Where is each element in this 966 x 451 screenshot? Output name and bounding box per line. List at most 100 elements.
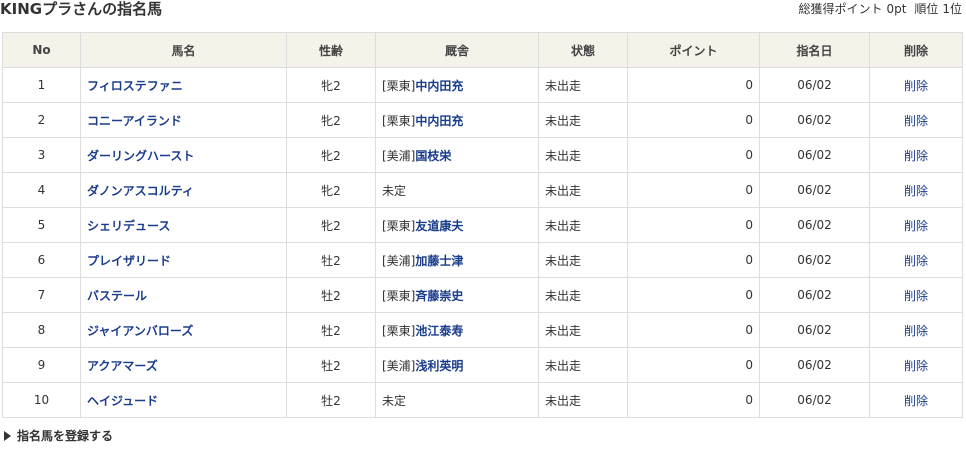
stable-cell: [美浦]加藤士津 bbox=[375, 242, 539, 278]
status-cell: 未出走 bbox=[538, 67, 628, 103]
points-cell: 0 bbox=[627, 382, 760, 418]
stable-region: [栗東] bbox=[382, 78, 416, 93]
sex-age: 牝2 bbox=[286, 207, 376, 243]
status-cell: 未出走 bbox=[538, 172, 628, 208]
nomination-date: 06/02 bbox=[759, 207, 870, 243]
row-number: 9 bbox=[2, 347, 81, 383]
trainer-link[interactable]: 友道康夫 bbox=[415, 219, 463, 233]
sex-age: 牡2 bbox=[286, 277, 376, 313]
delete-link[interactable]: 削除 bbox=[904, 324, 928, 338]
points-cell: 0 bbox=[627, 137, 760, 173]
stable-cell: 未定 bbox=[375, 172, 539, 208]
status-cell: 未出走 bbox=[538, 312, 628, 348]
column-header: 性齢 bbox=[286, 32, 376, 68]
stable-region: [栗東] bbox=[382, 323, 416, 338]
nomination-date: 06/02 bbox=[759, 277, 870, 313]
horse-name-link[interactable]: ダノンアスコルティ bbox=[87, 184, 194, 198]
total-points-label: 総獲得ポイント bbox=[798, 2, 883, 16]
row-number: 2 bbox=[2, 102, 81, 138]
nomination-date: 06/02 bbox=[759, 382, 870, 418]
sex-age: 牝2 bbox=[286, 172, 376, 208]
points-cell: 0 bbox=[627, 347, 760, 383]
rank-value: 1位 bbox=[942, 2, 962, 16]
nomination-date: 06/02 bbox=[759, 242, 870, 278]
table-row: 8 ジャイアンバローズ 牡2 [栗東]池江泰寿 未出走 0 06/02 削除 bbox=[2, 312, 963, 348]
trainer-link[interactable]: 加藤士津 bbox=[415, 254, 463, 268]
stable-cell: [栗東]中内田充 bbox=[375, 67, 539, 103]
horse-name-link[interactable]: フィロステファニ bbox=[87, 79, 183, 93]
trainer-link[interactable]: 国枝栄 bbox=[415, 149, 451, 163]
horse-name-link[interactable]: ジャイアンバローズ bbox=[87, 324, 193, 338]
row-number: 7 bbox=[2, 277, 81, 313]
row-number: 10 bbox=[2, 382, 81, 418]
delete-link[interactable]: 削除 bbox=[904, 79, 928, 93]
table-row: 1 フィロステファニ 牝2 [栗東]中内田充 未出走 0 06/02 削除 bbox=[2, 67, 963, 103]
points-cell: 0 bbox=[627, 172, 760, 208]
row-number: 1 bbox=[2, 67, 81, 103]
trainer-link[interactable]: 中内田充 bbox=[415, 79, 463, 93]
nominated-horses-table: No 馬名 性齢 厩舎 状態 ポイント 指名日 削除 1 フィロステファニ 牝2 [栗東]中内田充未… bbox=[2, 32, 963, 418]
points-cell: 0 bbox=[627, 102, 760, 138]
page-title: KINGプラさんの指名馬 bbox=[0, 0, 163, 18]
column-header: 削除 bbox=[869, 32, 963, 68]
status-cell: 未出走 bbox=[538, 382, 628, 418]
sex-age: 牝2 bbox=[286, 67, 376, 103]
delete-link[interactable]: 削除 bbox=[904, 149, 928, 163]
nomination-date: 06/02 bbox=[759, 312, 870, 348]
status-cell: 未出走 bbox=[538, 242, 628, 278]
table-row: 6 プレイザリード 牡2 [美浦]加藤士津 未出走 0 06/02 削除 bbox=[2, 242, 963, 278]
delete-link[interactable]: 削除 bbox=[904, 114, 928, 128]
delete-link[interactable]: 削除 bbox=[904, 184, 928, 198]
register-horse-link[interactable]: 指名馬を登録する bbox=[4, 427, 113, 444]
horse-name-link[interactable]: バステール bbox=[87, 289, 147, 303]
row-number: 8 bbox=[2, 312, 81, 348]
delete-link[interactable]: 削除 bbox=[904, 219, 928, 233]
column-header: 馬名 bbox=[80, 32, 287, 68]
trainer-link[interactable]: 斉藤崇史 bbox=[415, 289, 463, 303]
stable-region: 未定 bbox=[382, 393, 407, 408]
triangle-right-icon bbox=[4, 431, 11, 441]
trainer-link[interactable]: 浅利英明 bbox=[415, 359, 463, 373]
delete-link[interactable]: 削除 bbox=[904, 254, 928, 268]
horse-name-link[interactable]: ヘイジュード bbox=[87, 394, 158, 408]
total-points-value: 0pt bbox=[886, 2, 907, 16]
register-horse-label: 指名馬を登録する bbox=[17, 429, 114, 443]
nomination-date: 06/02 bbox=[759, 137, 870, 173]
stable-region: [栗東] bbox=[382, 113, 416, 128]
status-cell: 未出走 bbox=[538, 137, 628, 173]
trainer-link[interactable]: 中内田充 bbox=[415, 114, 463, 128]
points-cell: 0 bbox=[627, 277, 760, 313]
horse-name-link[interactable]: ダーリングハースト bbox=[87, 149, 194, 163]
sex-age: 牡2 bbox=[286, 347, 376, 383]
horse-name-link[interactable]: シェリデュース bbox=[87, 219, 170, 233]
sex-age: 牡2 bbox=[286, 242, 376, 278]
row-number: 6 bbox=[2, 242, 81, 278]
delete-link[interactable]: 削除 bbox=[904, 394, 928, 408]
delete-link[interactable]: 削除 bbox=[904, 359, 928, 373]
sex-age: 牡2 bbox=[286, 312, 376, 348]
column-header: ポイント bbox=[627, 32, 760, 68]
points-cell: 0 bbox=[627, 67, 760, 103]
horse-name-link[interactable]: アクアマーズ bbox=[87, 359, 158, 373]
status-cell: 未出走 bbox=[538, 277, 628, 313]
delete-link[interactable]: 削除 bbox=[904, 289, 928, 303]
table-body: 1 フィロステファニ 牝2 [栗東]中内田充 未出走 0 06/02 削除 2 コニーアイランド牝… bbox=[2, 67, 963, 418]
points-cell: 0 bbox=[627, 207, 760, 243]
nomination-date: 06/02 bbox=[759, 102, 870, 138]
table-row: 7 バステール 牡2 [栗東]斉藤崇史 未出走 0 06/02 削除 bbox=[2, 277, 963, 313]
trainer-link[interactable]: 池江泰寿 bbox=[415, 324, 463, 338]
points-cell: 0 bbox=[627, 242, 760, 278]
table-header-row: No 馬名 性齢 厩舎 状態 ポイント 指名日 削除 bbox=[2, 32, 963, 68]
nomination-date: 06/02 bbox=[759, 67, 870, 103]
row-number: 5 bbox=[2, 207, 81, 243]
table-row: 5 シェリデュース 牝2 [栗東]友道康夫 未出走 0 06/02 削除 bbox=[2, 207, 963, 243]
table-row: 9 アクアマーズ 牡2 [美浦]浅利英明 未出走 0 06/02 削除 bbox=[2, 347, 963, 383]
table-row: 4 ダノンアスコルティ 牝2 未定 未出走 0 06/02 削除 bbox=[2, 172, 963, 208]
status-cell: 未出走 bbox=[538, 347, 628, 383]
sex-age: 牝2 bbox=[286, 102, 376, 138]
nomination-date: 06/02 bbox=[759, 172, 870, 208]
horse-name-link[interactable]: プレイザリード bbox=[87, 254, 171, 268]
column-header: No bbox=[2, 32, 81, 68]
horse-name-link[interactable]: コニーアイランド bbox=[87, 114, 182, 128]
table-row: 2 コニーアイランド 牝2 [栗東]中内田充 未出走 0 06/02 削除 bbox=[2, 102, 963, 138]
